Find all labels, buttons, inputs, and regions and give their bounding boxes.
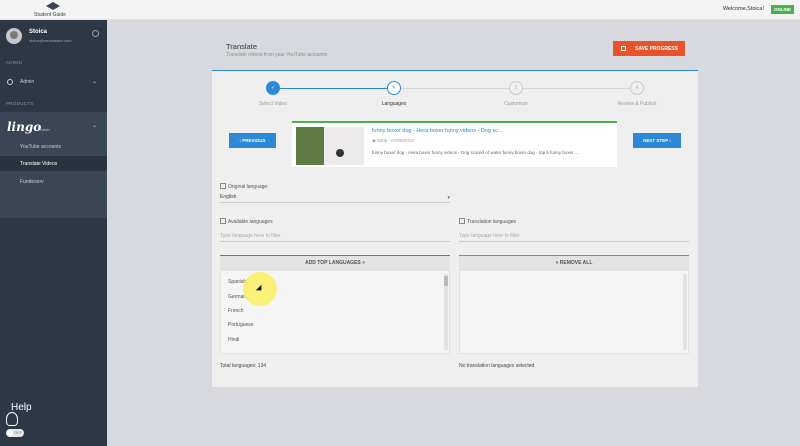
sidebar-item-admin[interactable]: Admin ⌄ — [0, 74, 107, 90]
wizard-step-label: Customize — [504, 101, 528, 107]
help-icon[interactable] — [220, 218, 226, 224]
gear-icon — [7, 79, 13, 85]
thumbnail-grass — [296, 127, 324, 165]
translation-languages-list[interactable] — [459, 270, 689, 354]
wizard-steps: ✓ Select Video ✎ Languages 3 Customize 4… — [212, 77, 698, 117]
help-label: Help — [11, 402, 32, 413]
lightbulb-icon — [6, 412, 18, 426]
user-email: stoica@webmaster.com — [29, 38, 72, 43]
wizard-step-label: Languages — [381, 101, 407, 107]
no-translation-languages: No translation languages selected — [459, 363, 535, 369]
avatar[interactable] — [6, 28, 22, 44]
original-language-select[interactable]: English ▾ — [220, 194, 450, 203]
previous-label: PREVIOUS — [242, 138, 266, 143]
help-icon[interactable] — [459, 218, 465, 224]
original-language-label: Original language: — [220, 183, 269, 190]
sidebar: Stoica stoica@webmaster.com ADMIN Admin … — [0, 20, 107, 446]
video-thumbnail — [296, 127, 364, 165]
scrollbar[interactable] — [683, 274, 687, 350]
user-panel: Stoica stoica@webmaster.com — [6, 28, 102, 50]
sidebar-item-fundeserv[interactable]: Fundeserv — [0, 174, 107, 189]
video-description: funny boxer dog - Hera boxer funny video… — [372, 150, 579, 155]
original-language-label-text: Original language: — [228, 184, 269, 190]
total-languages: Total languages: 134 — [220, 363, 267, 369]
translation-languages-label-text: Translation languages — [467, 219, 517, 225]
chevron-down-icon[interactable]: ⌄ — [92, 122, 97, 129]
list-item[interactable]: Portuguese — [228, 322, 254, 328]
power-icon[interactable] — [92, 30, 99, 37]
add-top-languages-button[interactable]: ADD TOP LANGUAGES » — [220, 255, 450, 270]
sidebar-item-label: YouTube accounts — [20, 144, 62, 150]
selected-video-card[interactable]: funny boxer dog - Hera boxer funny video… — [292, 121, 617, 167]
video-meta-text: 5406 · 07/08/2013 — [377, 138, 414, 143]
page-subtitle: Translate videos from your YouTube accou… — [226, 52, 328, 58]
section-products: PRODUCTS — [6, 101, 34, 106]
list-item[interactable]: Hindi — [228, 337, 239, 343]
translation-filter-input[interactable]: Type language here to filter — [459, 233, 689, 242]
sidebar-item-translate-videos[interactable]: Translate Videos — [0, 156, 107, 171]
available-filter-input[interactable]: Type language here to filter — [220, 233, 450, 242]
wizard-step-label: Select Video — [259, 101, 287, 107]
status-badge: ONLINE — [770, 5, 794, 14]
video-meta: ◉ 5406 · 07/08/2013 — [372, 138, 414, 144]
check-icon: ✓ — [266, 81, 280, 95]
save-progress-label: SAVE PROGRESS — [635, 46, 678, 52]
help-widget[interactable]: Help OFF — [6, 400, 46, 440]
sidebar-item-label: Admin — [20, 79, 35, 85]
wizard-step-number: 4 — [630, 81, 644, 95]
video-title[interactable]: funny boxer dog - Hera boxer funny video… — [372, 128, 503, 134]
help-icon[interactable] — [220, 183, 226, 189]
translation-languages-label: Translation languages — [459, 218, 516, 225]
chevron-down-icon: ⌄ — [91, 79, 97, 85]
scrollbar[interactable] — [444, 274, 448, 350]
wizard-step-select-video[interactable]: ✓ Select Video — [228, 81, 318, 107]
remove-all-button[interactable]: « REMOVE ALL — [459, 255, 689, 270]
graduation-cap-icon — [46, 2, 60, 10]
sidebar-item-label: Fundeserv — [20, 179, 44, 185]
scrollbar-thumb[interactable] — [444, 276, 448, 286]
save-progress-button[interactable]: SAVE PROGRESS — [613, 41, 685, 56]
caret-down-icon: ▾ — [447, 195, 450, 201]
translate-panel: ✓ Select Video ✎ Languages 3 Customize 4… — [212, 70, 698, 387]
chevron-right-icon: › — [668, 138, 671, 143]
welcome-text: Welcome,Stoica! — [722, 6, 764, 12]
top-bar: Student Guide Welcome,Stoica! ONLINE — [0, 0, 800, 20]
sidebar-item-youtube-accounts[interactable]: YouTube accounts — [0, 139, 107, 154]
list-item[interactable]: French — [228, 308, 244, 314]
save-icon — [621, 46, 626, 51]
sidebar-item-label: Translate Videos — [20, 161, 58, 167]
available-languages-label-text: Available languages — [228, 219, 273, 225]
section-admin: ADMIN — [6, 60, 22, 65]
next-step-button[interactable]: NEXT STEP › — [633, 133, 681, 148]
logo-text: Student Guide — [34, 12, 66, 18]
lingo-logo[interactable]: lingo — [7, 120, 41, 134]
help-toggle-label: OFF — [14, 430, 22, 435]
pencil-icon: ✎ — [387, 81, 401, 95]
next-step-label: NEXT STEP — [643, 138, 669, 143]
wizard-step-review-publish[interactable]: 4 Review & Publish — [592, 81, 682, 107]
wizard-step-number: 3 — [509, 81, 523, 95]
thumbnail-dog — [336, 149, 344, 157]
wizard-step-customize[interactable]: 3 Customize — [471, 81, 561, 107]
product-lingo: lingo Master ⌄ YouTube accounts Translat… — [0, 112, 107, 218]
wizard-step-languages[interactable]: ✎ Languages — [349, 81, 439, 107]
original-language-value: English — [220, 194, 237, 200]
logo[interactable]: Student Guide — [28, 1, 78, 19]
previous-button[interactable]: ‹ PREVIOUS — [229, 133, 276, 148]
help-toggle[interactable]: OFF — [6, 429, 24, 437]
page-title: Translate — [226, 42, 257, 51]
lingo-logo-sub: Master — [38, 127, 51, 132]
thumbnail-floor — [324, 127, 364, 165]
available-languages-label: Available languages — [220, 218, 273, 225]
wizard-step-label: Review & Publish — [617, 101, 657, 107]
user-name: Stoica — [29, 29, 48, 35]
